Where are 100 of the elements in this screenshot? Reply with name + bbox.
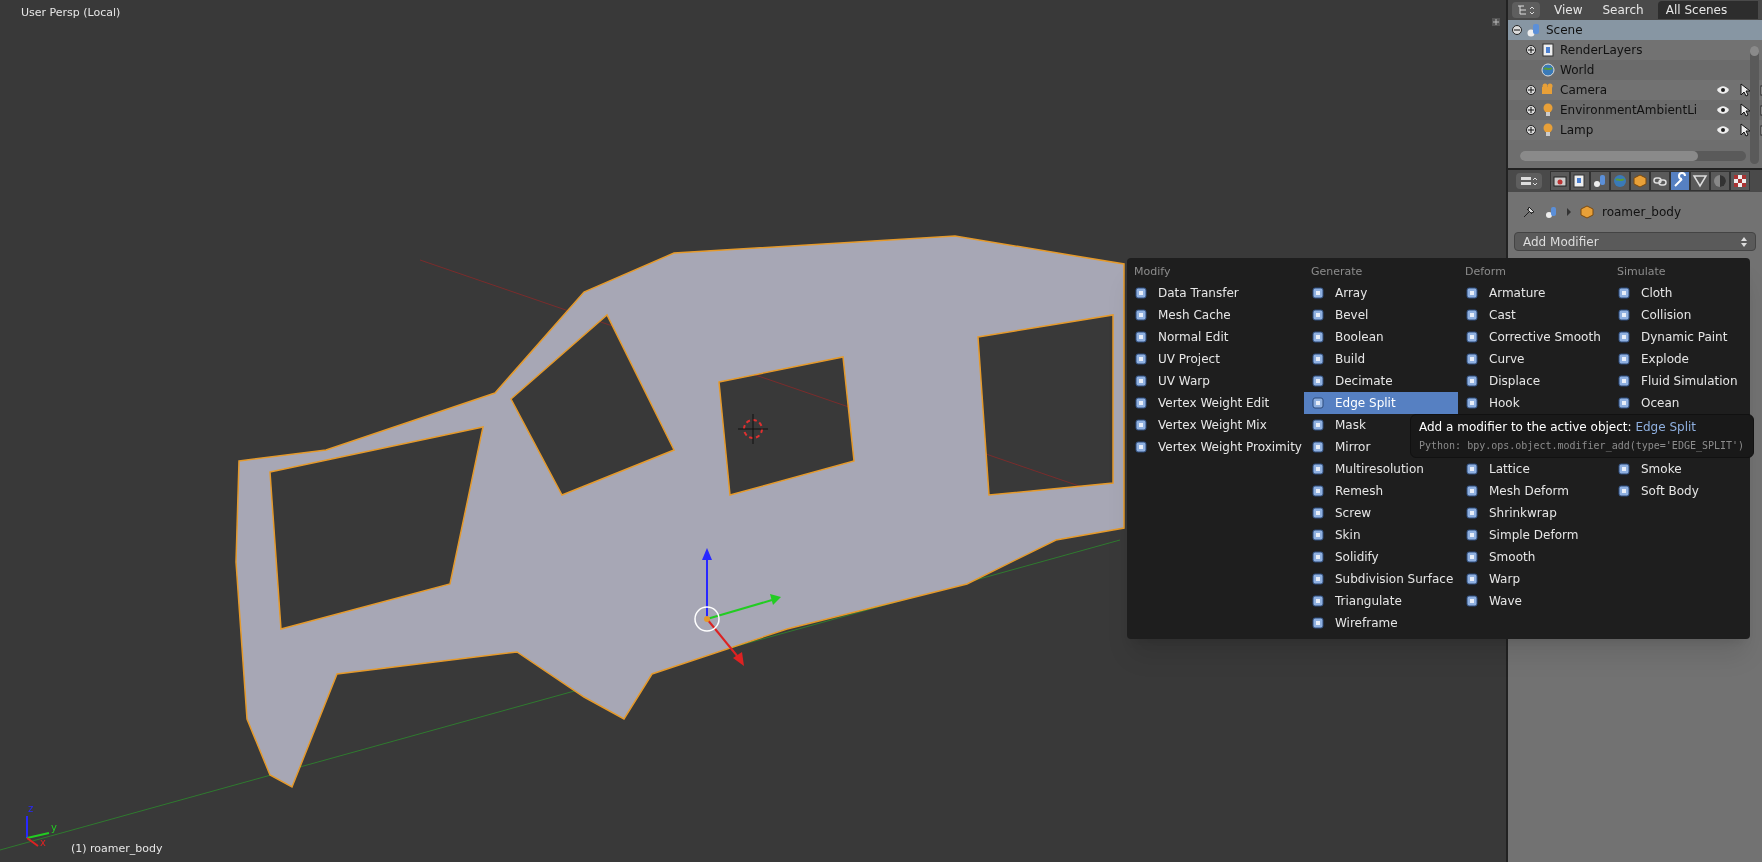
menu-column-heading: Deform [1464,263,1507,280]
menu-item[interactable]: Wave [1458,590,1610,612]
editor-type-button[interactable] [1512,2,1540,18]
modifier-icon [1134,396,1148,410]
menu-item[interactable]: Cast [1458,304,1610,326]
menu-item[interactable]: Mesh Cache [1127,304,1304,326]
add-region-plus-icon[interactable] [1492,18,1500,26]
properties-tab[interactable] [1690,171,1710,191]
menu-item[interactable]: Ocean [1610,392,1750,414]
modifier-icon [1311,506,1325,520]
display-mode-dropdown[interactable]: All Scenes [1657,1,1758,19]
vertical-scrollbar[interactable] [1750,46,1759,164]
expand-icon[interactable] [1526,125,1536,135]
expand-icon[interactable] [1526,85,1536,95]
menu-item[interactable]: Subdivision Surface [1304,568,1458,590]
menu-item[interactable]: Remesh [1304,480,1458,502]
menu-item[interactable]: Vertex Weight Mix [1127,414,1304,436]
menu-item[interactable]: Simple Deform [1458,524,1610,546]
cursor-icon[interactable] [1738,103,1752,117]
menu-item[interactable]: Curve [1458,348,1610,370]
menu-item[interactable]: Build [1304,348,1458,370]
menu-item[interactable]: Bevel [1304,304,1458,326]
modifier-icon [1465,528,1479,542]
menu-item[interactable]: Vertex Weight Edit [1127,392,1304,414]
menu-item[interactable]: Array [1304,282,1458,304]
cursor-icon[interactable] [1738,123,1752,137]
eye-icon[interactable] [1716,83,1730,97]
modifier-icon [1311,286,1325,300]
menu-item[interactable]: Collision [1610,304,1750,326]
cursor-icon[interactable] [1738,83,1752,97]
menu-item[interactable]: Boolean [1304,326,1458,348]
collapse-icon[interactable] [1512,25,1522,35]
menu-item[interactable]: UV Project [1127,348,1304,370]
menu-item[interactable]: Mesh Deform [1458,480,1610,502]
modifier-icon [1465,572,1479,586]
menu-item[interactable]: Explode [1610,348,1750,370]
editor-type-button[interactable] [1516,173,1542,189]
menu-item[interactable]: Skin [1304,524,1458,546]
menu-item[interactable]: View [1544,1,1593,19]
modifier-icon [1617,374,1631,388]
scene-icon [1526,22,1542,38]
outliner-item-label: Lamp [1560,122,1594,139]
properties-tab[interactable] [1570,171,1590,191]
menu-item[interactable]: Search [1592,1,1654,19]
transform-gizmo-icon [694,548,781,666]
add-modifier-dropdown[interactable]: Add Modifier [1514,232,1756,251]
menu-item[interactable]: Dynamic Paint [1610,326,1750,348]
properties-tab[interactable] [1630,171,1650,191]
menu-item[interactable]: Displace [1458,370,1610,392]
modifier-icon [1311,594,1325,608]
modifier-icon [1465,308,1479,322]
menu-item[interactable]: Decimate [1304,370,1458,392]
menu-item[interactable]: Soft Body [1610,480,1750,502]
menu-item[interactable]: Triangulate [1304,590,1458,612]
menu-item[interactable]: Fluid Simulation [1610,370,1750,392]
menu-item[interactable]: Screw [1304,502,1458,524]
menu-item[interactable]: Smooth [1458,546,1610,568]
menu-item[interactable]: Corrective Smooth [1458,326,1610,348]
menu-item[interactable]: Normal Edit [1127,326,1304,348]
menu-item[interactable]: Armature [1458,282,1610,304]
outliner-row[interactable]: Lamp [1508,120,1762,140]
modifier-icon [1311,616,1325,630]
modifier-icon [1311,484,1325,498]
outliner-row[interactable]: Camera [1508,80,1762,100]
properties-tab[interactable] [1590,171,1610,191]
menu-item[interactable]: UV Warp [1127,370,1304,392]
menu-item[interactable]: Smoke [1610,458,1750,480]
object-name: roamer_body [1602,204,1682,221]
eye-icon[interactable] [1716,103,1730,117]
updown-arrows-icon [1741,236,1747,247]
menu-item[interactable]: Edge Split [1304,392,1458,414]
outliner-item-label: Scene [1546,22,1583,39]
expand-icon[interactable] [1526,105,1536,115]
horizontal-scrollbar[interactable] [1520,151,1746,161]
axis-label: y [51,823,57,833]
eye-icon[interactable] [1716,123,1730,137]
properties-tab[interactable] [1730,171,1750,191]
pin-icon[interactable] [1522,205,1536,219]
menu-item[interactable]: Shrinkwrap [1458,502,1610,524]
axis-label: z [28,804,34,814]
modifier-icon [1465,462,1479,476]
modifier-icon [1311,550,1325,564]
menu-item[interactable]: Warp [1458,568,1610,590]
menu-item[interactable]: Solidify [1304,546,1458,568]
menu-item[interactable]: Multiresolution [1304,458,1458,480]
scene-icon [1544,205,1558,219]
outliner-row[interactable]: Scene [1508,20,1762,40]
properties-tab[interactable] [1670,171,1690,191]
menu-item[interactable]: Lattice [1458,458,1610,480]
expand-icon[interactable] [1526,45,1536,55]
menu-item[interactable]: Wireframe [1304,612,1458,634]
menu-item[interactable]: Hook [1458,392,1610,414]
menu-item[interactable]: Vertex Weight Proximity [1127,436,1304,458]
outliner-row[interactable]: RenderLayers [1508,40,1762,60]
menu-column-heading: Modify [1133,263,1172,280]
menu-item[interactable]: Data Transfer [1127,282,1304,304]
properties-tab[interactable] [1550,171,1570,191]
properties-tab[interactable] [1650,171,1670,191]
menu-item[interactable]: Cloth [1610,282,1750,304]
modifier-icon [1465,594,1479,608]
